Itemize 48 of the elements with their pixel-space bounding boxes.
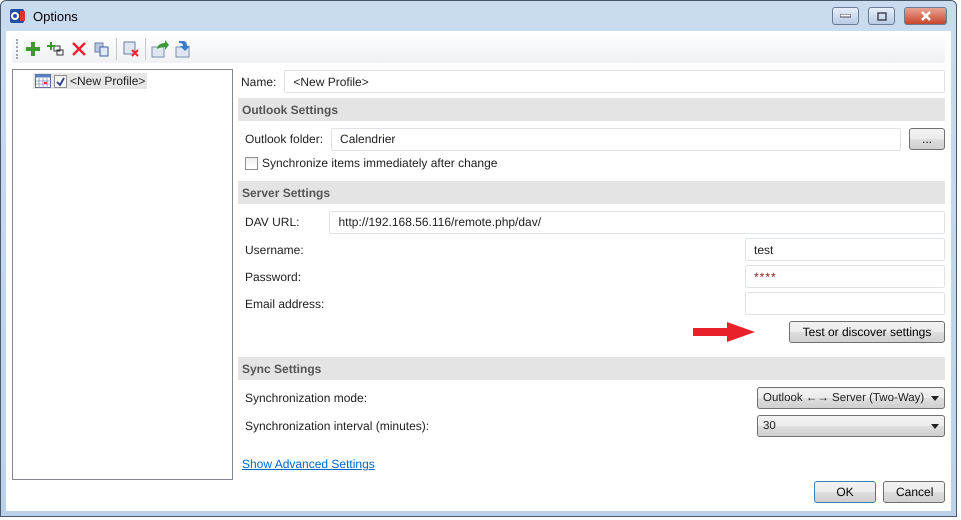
profile-label: <New Profile> [70,74,146,88]
field-label: Username: [245,242,304,256]
maximize-button[interactable] [868,7,895,25]
maximize-icon [876,12,886,20]
cancel-button[interactable]: Cancel [883,481,945,503]
folder-field[interactable]: Calendrier [331,128,901,150]
close-button[interactable] [904,7,947,25]
section-header: Sync Settings [238,357,945,380]
url-field[interactable]: http://192.168.56.116/remote.php/dav/ [329,210,945,234]
test-settings-button[interactable]: Test or discover settings [789,321,945,343]
add-copy-icon[interactable] [47,40,65,58]
ok-button[interactable]: OK [814,481,876,503]
section-header: Outlook Settings [238,98,945,121]
checkbox-label: Synchronize items immediately after change [262,156,498,170]
close-icon [920,11,932,21]
advanced-settings-link[interactable]: Show Advanced Settings [242,457,375,471]
checkbox[interactable] [54,74,67,88]
field-label: DAV URL: [245,215,300,229]
export-icon[interactable] [151,40,169,58]
clear-icon[interactable] [122,40,140,58]
add-icon[interactable] [24,40,42,58]
tree-item[interactable]: <New Profile> [33,73,148,89]
text-field[interactable]: **** [745,265,945,288]
text-field[interactable] [745,292,945,315]
app-icon [9,7,27,25]
field-label: Email address: [245,296,324,310]
field-label: Password: [245,270,302,284]
checkbox[interactable] [245,156,258,170]
calendar-icon [35,74,51,88]
dropdown[interactable]: Outlook ←→ Server (Two-Way) [757,387,945,409]
import-icon[interactable] [174,40,192,58]
caret-icon [931,424,939,428]
name-field[interactable]: <New Profile> [284,70,945,93]
field-label: Synchronization mode: [245,391,368,405]
field-label: Synchronization interval (minutes): [245,419,430,433]
delete-icon[interactable] [70,40,88,58]
minimize-button[interactable] [832,7,859,25]
section-header: Server Settings [238,181,945,204]
dropdown[interactable]: 30 [757,415,945,437]
copy-icon[interactable] [93,40,111,58]
minimize-icon [840,14,851,18]
caret-icon [931,396,939,400]
field-label: Name: [241,74,276,88]
browse-button[interactable]: ... [909,128,945,150]
annotation-arrow [693,322,755,342]
field-label: Outlook folder: [245,132,324,146]
window-title: Options [33,8,79,24]
text-field[interactable]: test [745,238,945,261]
